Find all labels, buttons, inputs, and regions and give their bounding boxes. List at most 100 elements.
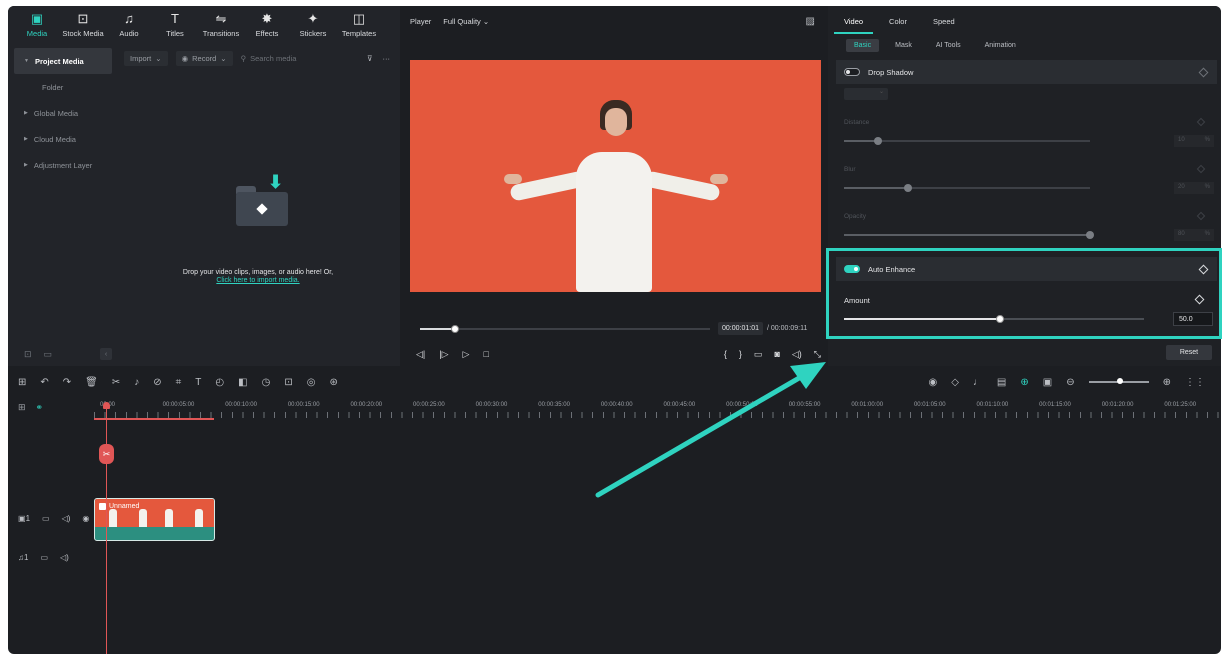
import-button[interactable]: Import ⌄ [124,50,168,66]
progress-handle[interactable] [451,325,459,333]
playback-progress[interactable] [420,325,710,333]
sidebar-item-folder[interactable]: Folder [14,74,112,100]
grid-menu-icon[interactable]: ⋮⋮ [1185,377,1205,388]
timer-icon[interactable]: ◷ [262,377,271,388]
folder-icon[interactable]: ▭ [44,349,53,360]
delete-icon[interactable]: 🗑 [85,377,98,388]
folder-icon[interactable]: ▭ [42,514,50,523]
crop-icon[interactable]: ⌗ [176,377,182,388]
quality-select[interactable]: Full Quality ⌄ [443,17,489,26]
collapse-icon[interactable]: ‹ [100,348,112,360]
eye-icon[interactable]: ◉ [82,514,89,523]
keyframe-icon[interactable] [1198,264,1209,274]
more-icon[interactable]: ··· [383,54,391,63]
nav-effects[interactable]: ✸ Effects [244,6,290,44]
undo-icon[interactable]: ↶ [40,377,48,388]
timeline-ruler[interactable]: 00:0000:00:05:0000:00:10:0000:00:15:0000… [94,398,1221,420]
slider-handle[interactable] [874,137,882,145]
text-icon[interactable]: T [195,377,201,388]
marker-icon[interactable]: ◇ [951,377,959,388]
zoom-in-icon[interactable]: ⊕ [1163,377,1171,388]
preview-icon[interactable]: ▣ [1043,377,1052,388]
keyframe-icon[interactable] [1194,294,1205,305]
new-folder-icon[interactable]: ⊡ [24,349,32,360]
redo-icon[interactable]: ↷ [63,377,71,388]
distance-slider[interactable] [844,137,1090,145]
snap-icon[interactable]: ⊕ [1020,377,1028,388]
nav-media[interactable]: ▣ Media [14,6,60,44]
microphone-icon[interactable]: ♩ [973,377,983,388]
camera-icon[interactable]: ◙ [774,349,779,360]
nav-templates[interactable]: ◫ Templates [336,6,382,44]
tab-mask[interactable]: Mask [887,39,920,52]
folder-icon[interactable]: ▭ [40,553,48,562]
volume-icon[interactable]: ◁) [792,349,802,360]
current-time[interactable]: 00:00:01:01 [718,322,763,335]
auto-enhance-toggle[interactable] [844,265,860,273]
opacity-value[interactable]: 80 % [1174,229,1214,241]
audio-split-icon[interactable]: ♪ [134,377,139,388]
video-clip[interactable]: Unnamed [94,498,215,541]
slider-handle[interactable] [996,315,1004,323]
nav-audio[interactable]: ♫ Audio [106,6,152,44]
play-icon[interactable]: ▷ [463,349,470,360]
nav-transitions[interactable]: ⇋ Transitions [198,6,244,44]
snapshot-icon[interactable]: ▨ [806,16,815,27]
add-track-icon[interactable]: ⊞ [18,402,26,413]
keyframe-icon[interactable] [1198,67,1209,77]
zoom-slider[interactable] [1088,378,1149,384]
nav-titles[interactable]: T Titles [152,6,198,44]
cut-icon[interactable]: ✂ [112,377,120,388]
sidebar-item-cloud-media[interactable]: ▶ Cloud Media [14,126,112,152]
tab-video[interactable]: Video [834,17,874,34]
voiceover-icon[interactable]: ▤ [997,377,1006,388]
filter-icon[interactable]: ⊽ [367,54,373,63]
tab-basic[interactable]: Basic [846,38,880,52]
stop-icon[interactable]: □ [483,349,488,359]
amount-input[interactable]: 50.0 [1173,312,1213,326]
speed-icon[interactable]: ◴ [215,377,224,388]
tab-animation[interactable]: Animation [977,39,1024,52]
keyframe-icon[interactable] [1196,164,1206,174]
playhead-handle[interactable] [103,402,110,409]
volume-icon[interactable]: ◁) [62,514,71,523]
freeze-icon[interactable]: ◧ [238,377,247,388]
mask-icon[interactable]: ⊘ [153,377,161,388]
link-icon[interactable]: ⚭ [36,402,44,413]
color-match-icon[interactable]: ◎ [307,377,316,388]
blur-value[interactable]: 20 % [1174,182,1214,194]
prev-frame-icon[interactable]: ◁| [416,349,425,360]
amount-slider[interactable] [844,315,1144,323]
search-input[interactable]: ⚲ Search media [241,54,297,63]
layout-icon[interactable]: ⊞ [18,377,26,388]
distance-value[interactable]: 10 % [1174,135,1214,147]
keyframe-icon[interactable] [1196,117,1206,127]
next-frame-icon[interactable]: |▷ [439,349,448,360]
sidebar-item-project-media[interactable]: ▼ Project Media [14,48,112,74]
sidebar-item-adjustment-layer[interactable]: ▶ Adjustment Layer [14,152,112,178]
tab-ai-tools[interactable]: AI Tools [928,39,969,52]
keyframe-icon[interactable] [1196,211,1206,221]
sidebar-item-global-media[interactable]: ▶ Global Media [14,100,112,126]
nav-stock-media[interactable]: ⊡ Stock Media [60,6,106,44]
slider-handle[interactable] [904,184,912,192]
zoom-out-icon[interactable]: ⊖ [1066,377,1074,388]
tab-speed[interactable]: Speed [923,17,965,34]
drop-shadow-toggle[interactable] [844,68,860,76]
blur-slider[interactable] [844,184,1090,192]
import-media-link[interactable]: Click here to import media. [116,277,400,284]
reset-button[interactable]: Reset [1166,345,1212,360]
record-button[interactable]: ◉ Record ⌄ [175,50,233,66]
tab-color[interactable]: Color [879,17,917,34]
fit-icon[interactable]: ⊡ [284,377,292,388]
opacity-slider[interactable] [844,231,1094,239]
slider-handle[interactable] [1086,231,1094,239]
mark-out-icon[interactable]: } [739,349,742,360]
media-drop-area[interactable]: ⬇ Drop your video clips, images, or audi… [116,68,400,364]
stabilize-icon[interactable]: ⊛ [329,377,337,388]
fullscreen-icon[interactable]: ⤡ [814,349,821,360]
volume-icon[interactable]: ◁) [60,553,69,562]
mark-in-icon[interactable]: { [724,349,727,360]
shadow-type-select[interactable]: ⌄ [844,88,888,100]
render-icon[interactable]: ◉ [928,377,937,388]
